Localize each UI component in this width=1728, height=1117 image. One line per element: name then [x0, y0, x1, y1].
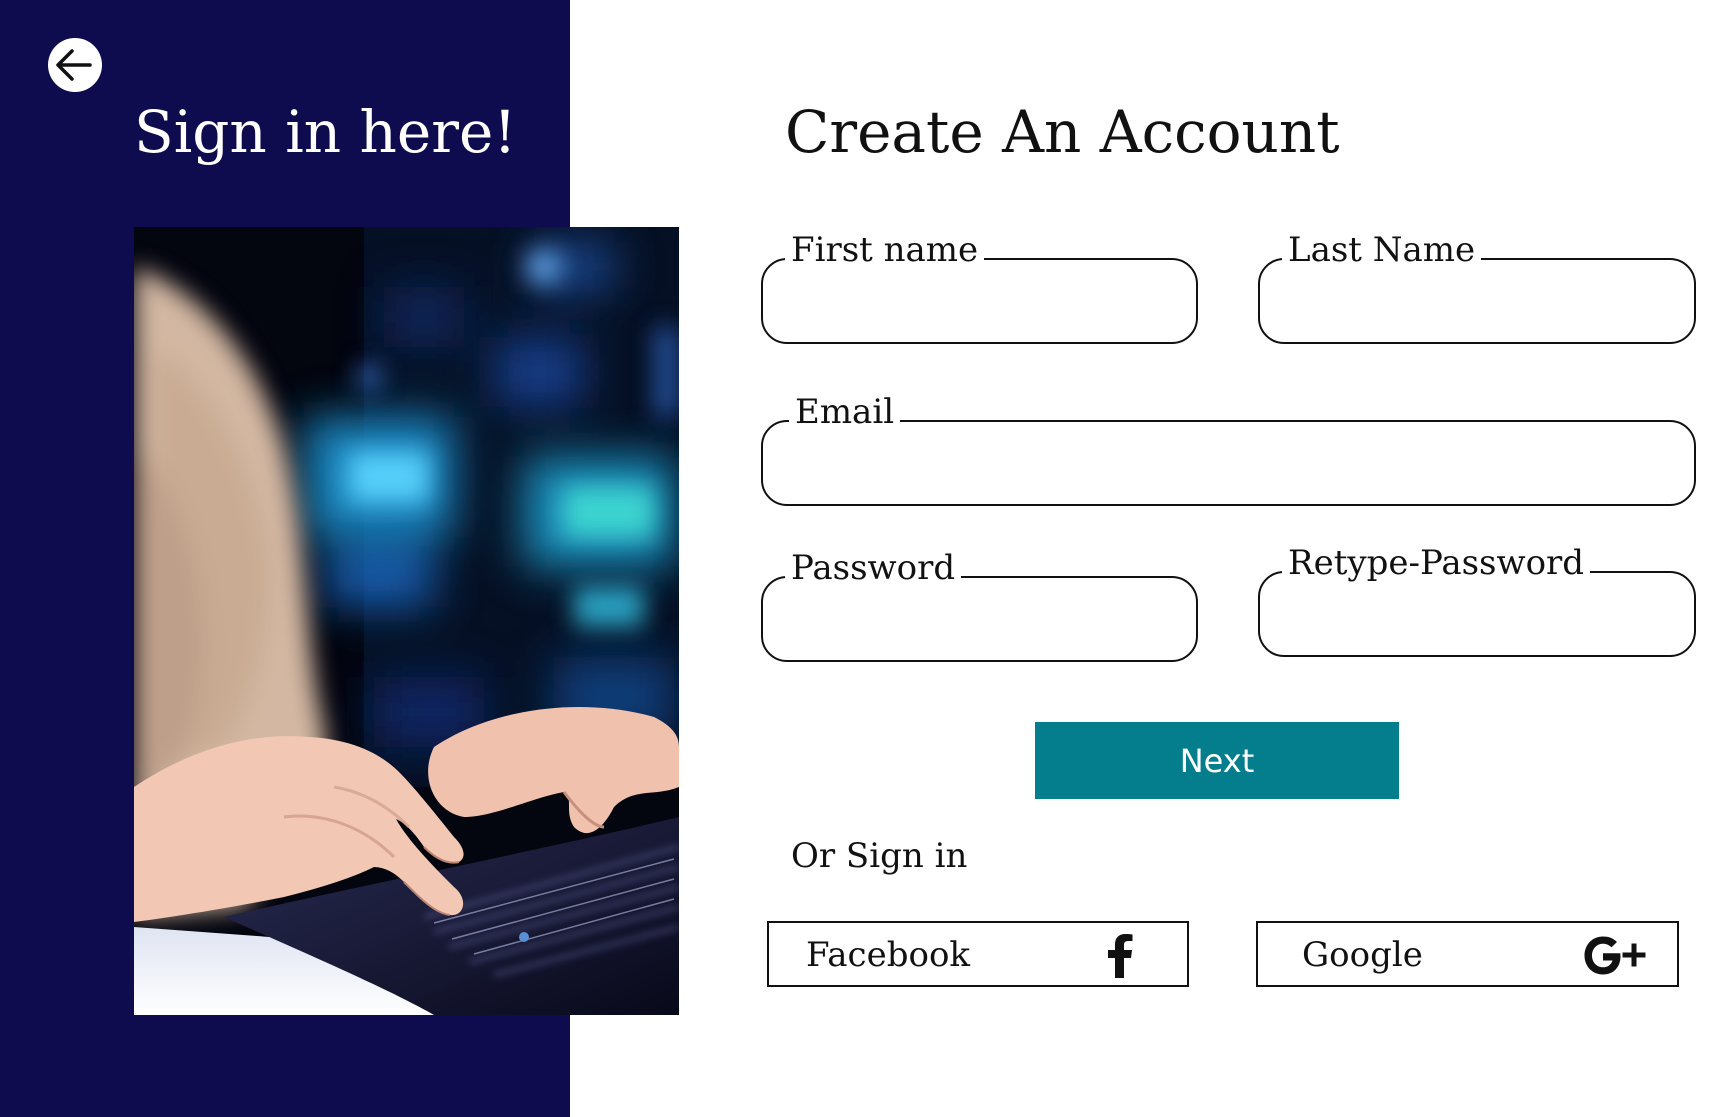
email-field: Email — [761, 393, 1696, 506]
laptop-typing-photo — [134, 227, 679, 1015]
google-plus-icon — [1584, 936, 1646, 975]
arrow-left-icon — [56, 49, 92, 81]
last-name-field: Last Name — [1258, 231, 1696, 344]
google-button[interactable]: Google — [1256, 921, 1679, 987]
facebook-icon — [1108, 934, 1133, 978]
facebook-label: Facebook — [806, 935, 971, 975]
last-name-input[interactable] — [1284, 282, 1670, 330]
first-name-label: First name — [785, 231, 985, 269]
sign-in-heading: Sign in here! — [134, 98, 517, 166]
retype-password-input[interactable] — [1284, 595, 1670, 643]
back-button[interactable] — [48, 38, 102, 92]
password-field: Password — [761, 549, 1198, 662]
facebook-button[interactable]: Facebook — [767, 921, 1189, 987]
retype-password-label: Retype-Password — [1282, 544, 1591, 582]
next-button[interactable]: Next — [1035, 722, 1399, 799]
google-label: Google — [1302, 935, 1423, 975]
last-name-label: Last Name — [1282, 231, 1482, 269]
email-input[interactable] — [787, 444, 1670, 492]
create-account-title: Create An Account — [785, 98, 1340, 166]
or-sign-in-label: Or Sign in — [791, 836, 968, 876]
password-input[interactable] — [787, 600, 1172, 648]
first-name-input[interactable] — [787, 282, 1172, 330]
password-label: Password — [785, 549, 962, 587]
email-label: Email — [789, 393, 901, 431]
first-name-field: First name — [761, 231, 1198, 344]
retype-password-field: Retype-Password — [1258, 544, 1696, 657]
